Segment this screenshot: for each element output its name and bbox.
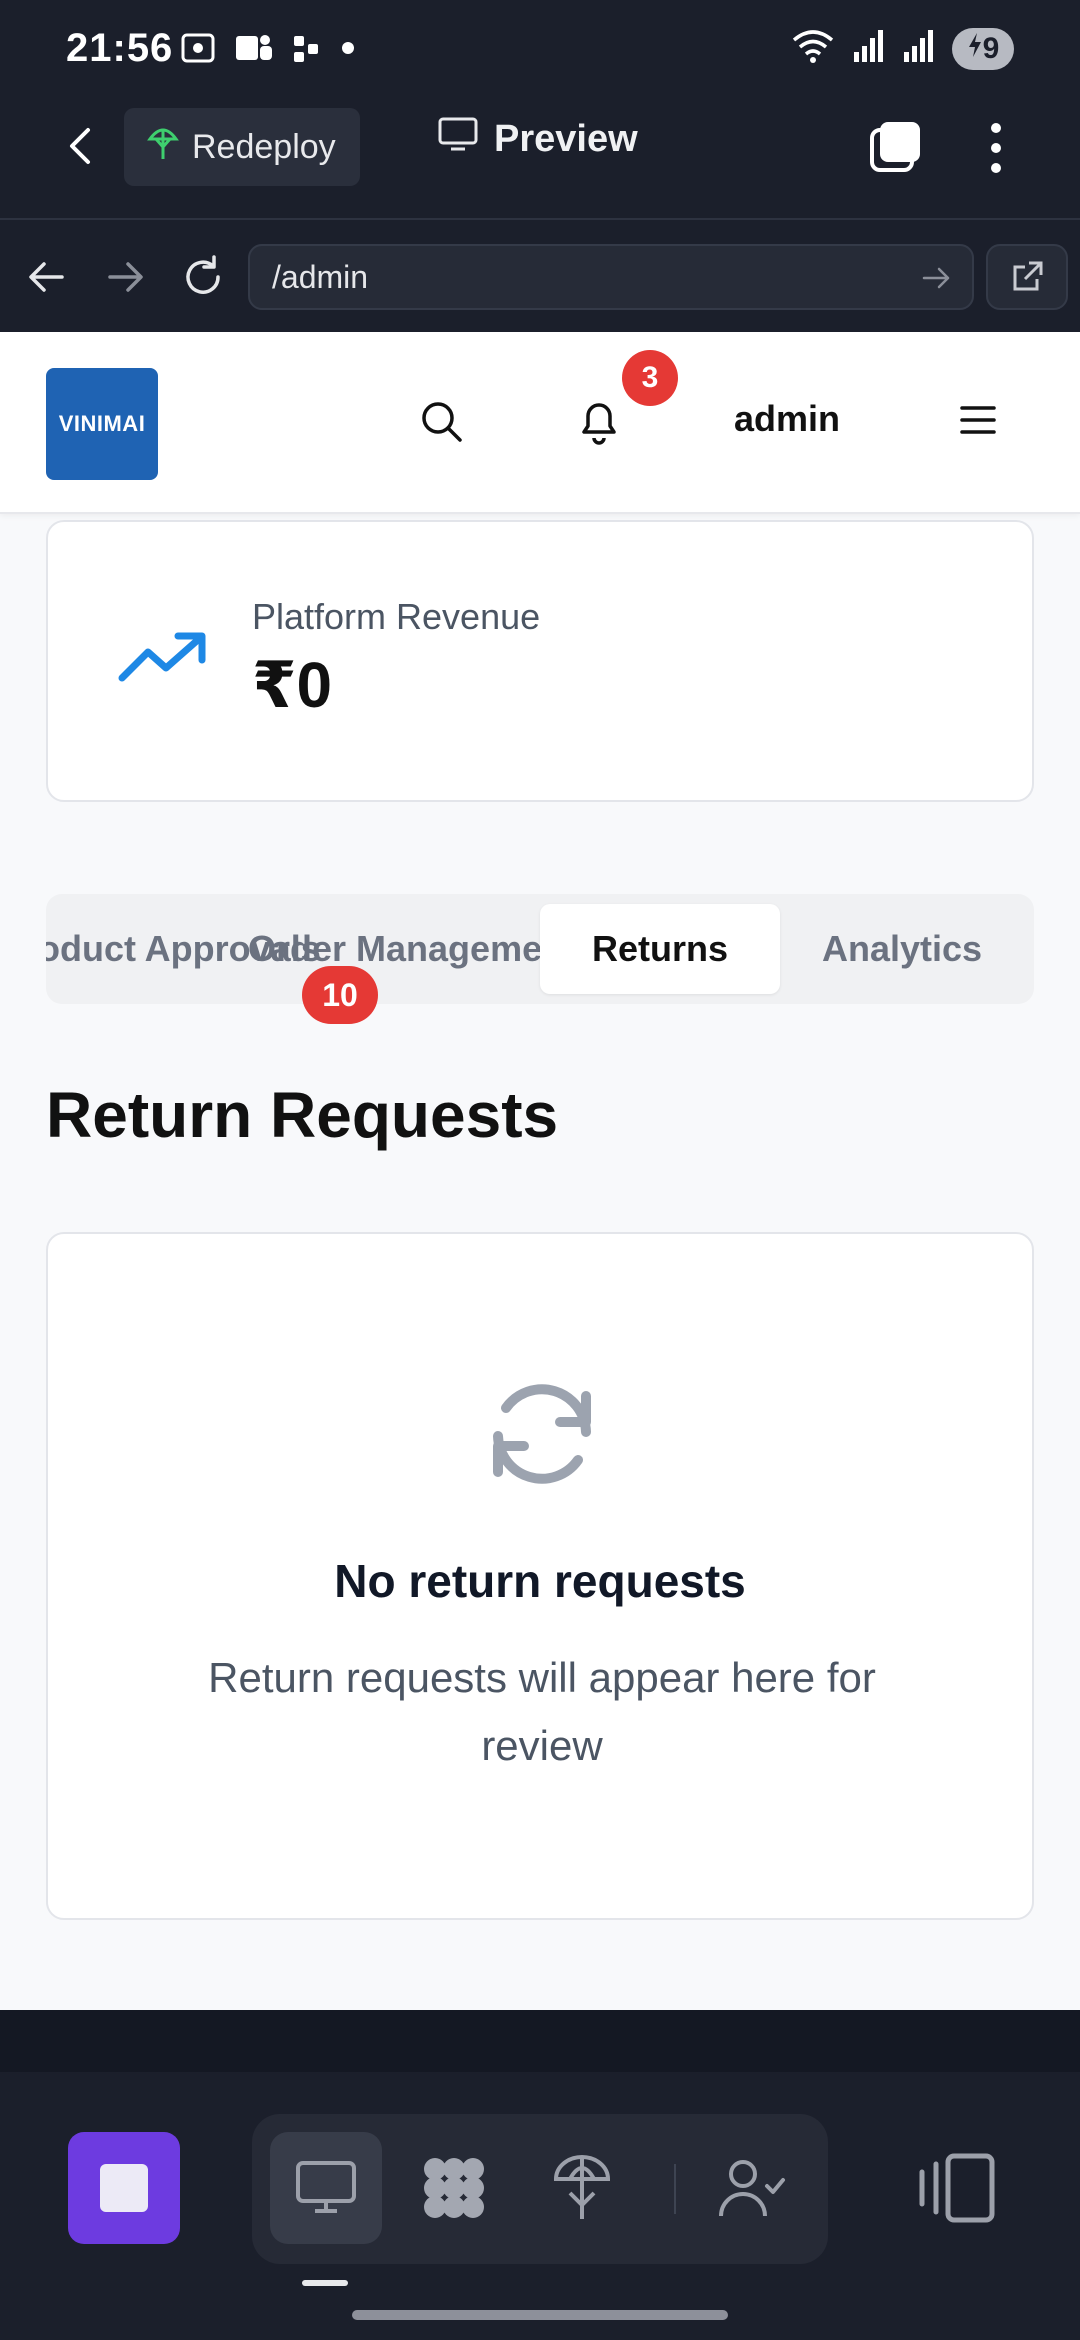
menu-icon [960, 406, 996, 434]
notification-badge: 3 [622, 350, 678, 406]
user-name[interactable]: admin [734, 398, 840, 440]
user-check-icon [719, 2160, 785, 2217]
signal-icon-2 [902, 28, 936, 69]
screenshot-icon [180, 30, 216, 71]
trending-up-icon [118, 630, 208, 690]
battery-indicator: 9 [952, 27, 1014, 70]
web-content: VINIMAI 3 admin Platform Revenue ₹0 Prod… [0, 332, 1080, 2010]
browser-navigation-bar: /admin [0, 218, 1080, 332]
hamburger-menu-button[interactable] [958, 402, 998, 438]
apps-grid-icon [424, 2158, 484, 2218]
dock-divider [0, 2010, 1080, 2072]
signal-icon [852, 28, 886, 69]
kebab-menu-icon [991, 123, 1001, 173]
empty-state-title: No return requests [334, 1555, 746, 1607]
status-system-icons: 9 [790, 26, 1014, 71]
url-input[interactable]: /admin [248, 244, 974, 310]
battery-level: 9 [982, 31, 1000, 65]
preview-tool-button[interactable] [270, 2132, 382, 2244]
toolbar-separator [674, 2164, 676, 2214]
copy-icon [870, 122, 920, 172]
browser-back-button[interactable] [22, 252, 72, 302]
arrow-right-icon [108, 262, 143, 292]
admin-tabs: Product Approvals Order Management Retur… [46, 894, 1034, 1004]
reload-icon [186, 255, 220, 294]
bell-icon [582, 403, 616, 445]
charging-icon [967, 32, 983, 66]
bottom-dock [0, 2010, 1080, 2340]
panel-toggle-icon [919, 2153, 995, 2223]
empty-state-description: Return requests will appear here for rev… [208, 1654, 876, 1769]
monitor-icon [438, 116, 478, 162]
deploy-tool-button[interactable] [526, 2132, 638, 2244]
home-indicator[interactable] [352, 2310, 728, 2320]
tab-returns[interactable]: Returns [540, 904, 780, 994]
preview-button[interactable]: Preview [438, 116, 638, 162]
wifi-icon [790, 26, 836, 71]
dot-icon [338, 30, 358, 71]
external-link-icon [1013, 261, 1043, 291]
tab-analytics[interactable]: Analytics [822, 904, 982, 994]
preview-label: Preview [494, 117, 638, 160]
platform-revenue-card: Platform Revenue ₹0 [46, 520, 1034, 802]
revenue-label: Platform Revenue [252, 596, 541, 637]
more-options-button[interactable] [976, 118, 1016, 178]
app-toolbar: Redeploy Preview [0, 96, 1080, 218]
browser-forward-button[interactable] [100, 252, 150, 302]
tab-order-management[interactable]: Order Management [248, 904, 576, 994]
monitor-icon [296, 2161, 356, 2213]
workspace-toolbar [252, 2114, 828, 2264]
open-external-button[interactable] [986, 244, 1068, 310]
deploy-icon [553, 2155, 611, 2219]
empty-state-card: No return requests Return requests will … [46, 1232, 1034, 1920]
back-button[interactable] [58, 122, 106, 170]
search-button[interactable] [418, 398, 464, 444]
integrations-tool-button[interactable] [398, 2132, 510, 2244]
chevron-left-icon [70, 128, 90, 164]
site-header: VINIMAI 3 admin [0, 332, 1080, 514]
tabs-switcher-button[interactable] [868, 118, 924, 174]
notifications-button[interactable] [576, 396, 622, 446]
stop-button[interactable] [68, 2132, 180, 2244]
status-time: 21:56 [66, 26, 174, 70]
refresh-icon [482, 1374, 602, 1494]
deploy-icon [146, 125, 180, 170]
orders-count-badge: 10 [302, 966, 378, 1024]
user-tool-button[interactable] [696, 2132, 808, 2244]
search-icon [422, 402, 462, 442]
side-panel-button[interactable] [914, 2150, 998, 2226]
redeploy-button[interactable]: Redeploy [124, 108, 360, 186]
active-tool-indicator [302, 2280, 348, 2286]
brand-logo[interactable]: VINIMAI [46, 368, 158, 480]
redeploy-label: Redeploy [192, 127, 336, 166]
revenue-value: ₹0 [252, 649, 333, 721]
url-text: /admin [272, 258, 369, 295]
stop-icon [100, 2164, 148, 2212]
browser-reload-button[interactable] [178, 252, 228, 302]
status-notification-icons [180, 30, 358, 71]
teams-icon [234, 30, 274, 71]
slack-icon [292, 30, 320, 71]
page-title: Return Requests [46, 1079, 559, 1151]
go-arrow-icon[interactable] [918, 260, 954, 296]
status-bar: 21:56 9 [0, 0, 1080, 96]
arrow-left-icon [29, 262, 64, 292]
